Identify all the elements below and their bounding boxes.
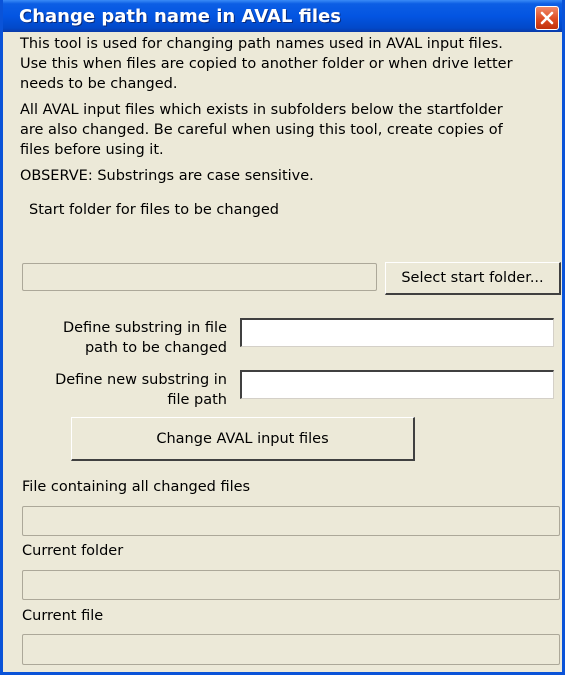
title-bar[interactable]: Change path name in AVAL files — [3, 0, 562, 32]
start-folder-field — [22, 263, 377, 291]
description-line: needs to be changed. — [20, 76, 178, 92]
current-folder-field — [22, 570, 560, 600]
description-line: are also changed. Be careful when using … — [20, 122, 503, 138]
description-line: Use this when files are copied to anothe… — [20, 56, 513, 72]
substring-label-line: Define substring in file — [62, 320, 227, 336]
description-line: files before using it. — [20, 142, 164, 158]
new-substring-input[interactable] — [240, 370, 554, 399]
current-file-label: Current file — [22, 608, 104, 624]
current-file-field — [22, 634, 560, 665]
observe-note: OBSERVE: Substrings are case sensitive. — [20, 168, 314, 184]
current-folder-label: Current folder — [22, 543, 124, 559]
dialog-window: Change path name in AVAL files This tool… — [0, 0, 565, 675]
close-button[interactable] — [535, 6, 559, 30]
changed-files-field — [22, 506, 560, 536]
description-line: All AVAL input files which exists in sub… — [20, 102, 503, 118]
substring-input[interactable] — [240, 318, 554, 347]
window-title: Change path name in AVAL files — [19, 6, 342, 27]
new-substring-label-line: Define new substring in — [55, 372, 227, 388]
description-line: This tool is used for changing path name… — [20, 36, 503, 52]
changed-files-label: File containing all changed files — [22, 479, 251, 495]
select-start-folder-button[interactable]: Select start folder... — [385, 262, 561, 295]
change-aval-input-files-button[interactable]: Change AVAL input files — [71, 417, 415, 461]
substring-label-line: path to be changed — [84, 340, 227, 356]
new-substring-label-line: file path — [167, 392, 227, 408]
start-folder-label: Start folder for files to be changed — [29, 202, 279, 218]
close-icon — [540, 11, 554, 25]
